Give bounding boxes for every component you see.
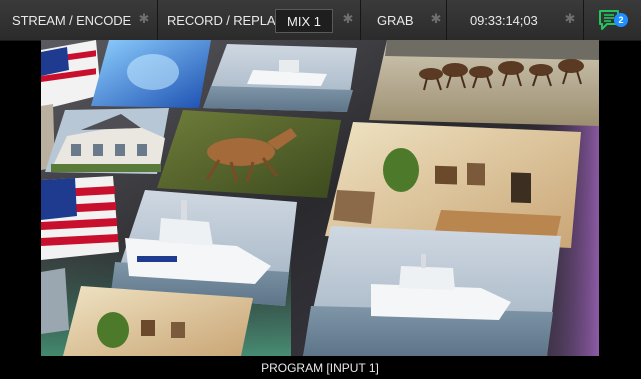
grab-button[interactable]: GRAB [377,0,414,40]
tile-edge-left-4 [41,268,69,334]
record-replay-button[interactable]: RECORD / REPLAY [167,0,283,40]
toolbar-divider [446,0,447,40]
mix-label: MIX 1 [287,13,321,29]
vmix-app: STREAM / ENCODE ✱ RECORD / REPLAY MIX 1 … [0,0,641,379]
tile-flag-mid [41,176,119,260]
notification-badge: 2 [614,13,628,27]
record-replay-label: RECORD / REPLAY [167,12,284,28]
toolbar-divider [360,0,361,40]
tile-horse-running [157,110,341,198]
output-label-bar: PROGRAM [INPUT 1] [41,356,599,379]
timecode-text: 09:33:14;03 [470,12,538,28]
toolbar-divider [157,0,158,40]
program-input-label: PROGRAM [INPUT 1] [261,360,379,375]
video-wall-frame [41,40,599,356]
tile-horses-herd [369,40,599,126]
timecode-display: 09:33:14;03 [470,0,538,40]
stream-encode-label: STREAM / ENCODE [12,12,132,28]
program-output-viewer[interactable] [41,40,599,356]
tile-boat-top [203,44,357,112]
grab-label: GRAB [377,12,414,28]
toolbar-divider [583,0,584,40]
mix-selector[interactable]: MIX 1 [275,9,333,33]
gear-icon[interactable]: ✱ [137,12,151,26]
stream-encode-button[interactable]: STREAM / ENCODE [12,0,131,40]
top-toolbar: STREAM / ENCODE ✱ RECORD / REPLAY MIX 1 … [0,0,641,41]
gear-icon[interactable]: ✱ [563,12,577,26]
tile-boat-large [303,226,561,356]
gear-icon[interactable]: ✱ [341,12,355,26]
tile-blue-graphic [91,40,211,108]
tile-interior-plant [63,286,253,356]
gear-icon[interactable]: ✱ [429,12,443,26]
tile-house [45,108,169,174]
